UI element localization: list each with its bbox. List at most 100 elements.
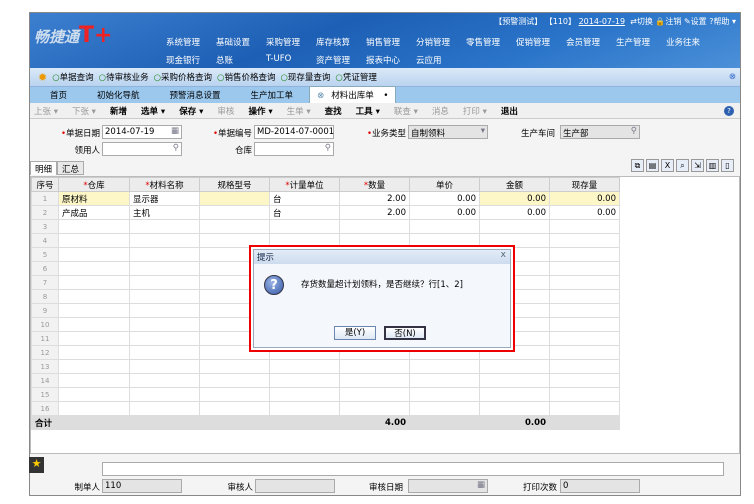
- grid-cell[interactable]: [269, 219, 340, 234]
- grid-cell[interactable]: [58, 289, 130, 304]
- tab[interactable]: ⊗ 材料出库单 •: [309, 86, 397, 103]
- toolbar-button[interactable]: 消息: [432, 105, 449, 117]
- picker-field[interactable]: ⚲: [102, 142, 182, 156]
- grid-cell[interactable]: [339, 373, 410, 388]
- toolbar-button[interactable]: 打印 ▾: [463, 105, 487, 117]
- search-icon[interactable]: ⚲: [631, 126, 637, 136]
- grid-cell[interactable]: [409, 401, 480, 416]
- remark-field[interactable]: [102, 462, 724, 476]
- close-icon[interactable]: x: [501, 250, 506, 260]
- grid-cell[interactable]: [339, 401, 410, 416]
- grid-cell[interactable]: 2.00: [339, 191, 410, 206]
- grid-cell[interactable]: 0.00: [549, 191, 620, 206]
- grid-cell[interactable]: [129, 303, 200, 318]
- menu-item[interactable]: 库存核算: [316, 36, 366, 48]
- grid-cell[interactable]: [58, 233, 130, 248]
- favorites-star-icon[interactable]: ★: [29, 457, 44, 473]
- grid-cell[interactable]: [269, 373, 340, 388]
- grid-cell[interactable]: 原材料: [58, 191, 130, 206]
- table-row[interactable]: 2 产成品 主机台 2.00 0.00 0.00 0.00: [31, 205, 620, 220]
- grid-cell[interactable]: [58, 331, 130, 346]
- code-field[interactable]: MD-2014-07-0001: [254, 125, 334, 139]
- toolbar-button[interactable]: 查找: [325, 105, 342, 117]
- table-row[interactable]: 15: [31, 387, 620, 402]
- table-row[interactable]: 3: [31, 219, 620, 234]
- grid-cell[interactable]: [129, 317, 200, 332]
- type-select[interactable]: 自制领料 ▾: [408, 125, 488, 139]
- grid-cell[interactable]: [129, 233, 200, 248]
- menu-item[interactable]: 报表中心: [366, 54, 416, 66]
- grid-cell[interactable]: [549, 317, 620, 332]
- calendar-icon[interactable]: ▦: [171, 126, 179, 136]
- grid-cell[interactable]: [199, 359, 270, 374]
- grid-cell[interactable]: [129, 359, 200, 374]
- grid-cell[interactable]: [129, 373, 200, 388]
- toolbar-button[interactable]: 上张 ▾: [34, 105, 58, 117]
- menu-item[interactable]: 促销管理: [516, 36, 566, 48]
- grid-cell[interactable]: [129, 387, 200, 402]
- grid-cell[interactable]: [58, 359, 130, 374]
- menu-item[interactable]: 业务往来: [666, 36, 716, 48]
- column-header[interactable]: 现存量: [549, 177, 620, 192]
- grid-cell[interactable]: [129, 331, 200, 346]
- grid-cell[interactable]: [129, 401, 200, 416]
- menu-item[interactable]: 基础设置: [216, 36, 266, 48]
- grid-cell[interactable]: [129, 345, 200, 360]
- column-header[interactable]: *计量单位: [269, 177, 340, 192]
- logout-button[interactable]: 🔒注销: [655, 17, 681, 26]
- grid-cell[interactable]: 台: [269, 191, 340, 206]
- grid-cell[interactable]: [549, 303, 620, 318]
- grid-cell[interactable]: [58, 345, 130, 360]
- grid-cell[interactable]: [129, 247, 200, 262]
- grid-cell[interactable]: [339, 387, 410, 402]
- yes-button[interactable]: 是(Y): [334, 326, 376, 340]
- tab[interactable]: 初始化导航: [83, 87, 154, 103]
- grid-cell[interactable]: [58, 373, 130, 388]
- column-header[interactable]: 金额: [479, 177, 550, 192]
- grid-cell[interactable]: [549, 387, 620, 402]
- toolbar-button[interactable]: 操作 ▾: [248, 105, 272, 117]
- quick-link[interactable]: ○现存量查询: [280, 71, 330, 83]
- tab[interactable]: 预警消息设置: [156, 87, 235, 103]
- grid-cell[interactable]: [269, 359, 340, 374]
- settings-button[interactable]: ✎设置: [684, 17, 707, 26]
- toolbar-button[interactable]: 新增: [110, 105, 127, 117]
- export-icon[interactable]: ⇲: [691, 159, 704, 172]
- grid-cell[interactable]: [129, 275, 200, 290]
- search-icon[interactable]: ⚲: [325, 143, 331, 153]
- warehouse-field[interactable]: ⚲: [254, 142, 334, 156]
- help-button[interactable]: ?帮助 ▾: [709, 17, 736, 26]
- grid-cell[interactable]: [58, 275, 130, 290]
- preview-icon[interactable]: ⌕: [676, 159, 689, 172]
- grid-cell[interactable]: 产成品: [58, 205, 130, 220]
- grid-cell[interactable]: [199, 205, 270, 220]
- grid-cell[interactable]: [339, 219, 410, 234]
- grid-cell[interactable]: [549, 219, 620, 234]
- collapse-icon[interactable]: ⊗: [729, 72, 736, 82]
- grid-cell[interactable]: [549, 359, 620, 374]
- grid-cell[interactable]: [129, 261, 200, 276]
- grid-cell[interactable]: [549, 233, 620, 248]
- grid-cell[interactable]: [409, 359, 480, 374]
- grid-cell[interactable]: [58, 401, 130, 416]
- search-icon[interactable]: ⚲: [173, 143, 179, 153]
- paste-icon[interactable]: ▤: [646, 159, 659, 172]
- menu-item[interactable]: 销售管理: [366, 36, 416, 48]
- quick-link[interactable]: ○单据查询: [52, 71, 93, 83]
- toolbar-button[interactable]: 下张 ▾: [72, 105, 96, 117]
- toolbar-button[interactable]: 联查 ▾: [394, 105, 418, 117]
- grid-cell[interactable]: [58, 247, 130, 262]
- grid-cell[interactable]: [199, 387, 270, 402]
- grid-cell[interactable]: [549, 331, 620, 346]
- grid-cell[interactable]: 0.00: [479, 205, 550, 220]
- menu-item[interactable]: 云应用: [416, 54, 466, 66]
- grid-cell[interactable]: [199, 401, 270, 416]
- grid-cell[interactable]: [549, 261, 620, 276]
- quick-link[interactable]: ○采购价格查询: [154, 71, 212, 83]
- grid-cell[interactable]: [58, 317, 130, 332]
- tab-detail[interactable]: 明细: [30, 161, 58, 175]
- tab[interactable]: 首页: [36, 87, 81, 103]
- grid-cell[interactable]: [549, 401, 620, 416]
- quick-link[interactable]: ○销售价格查询: [217, 71, 275, 83]
- menu-item[interactable]: 生产管理: [616, 36, 666, 48]
